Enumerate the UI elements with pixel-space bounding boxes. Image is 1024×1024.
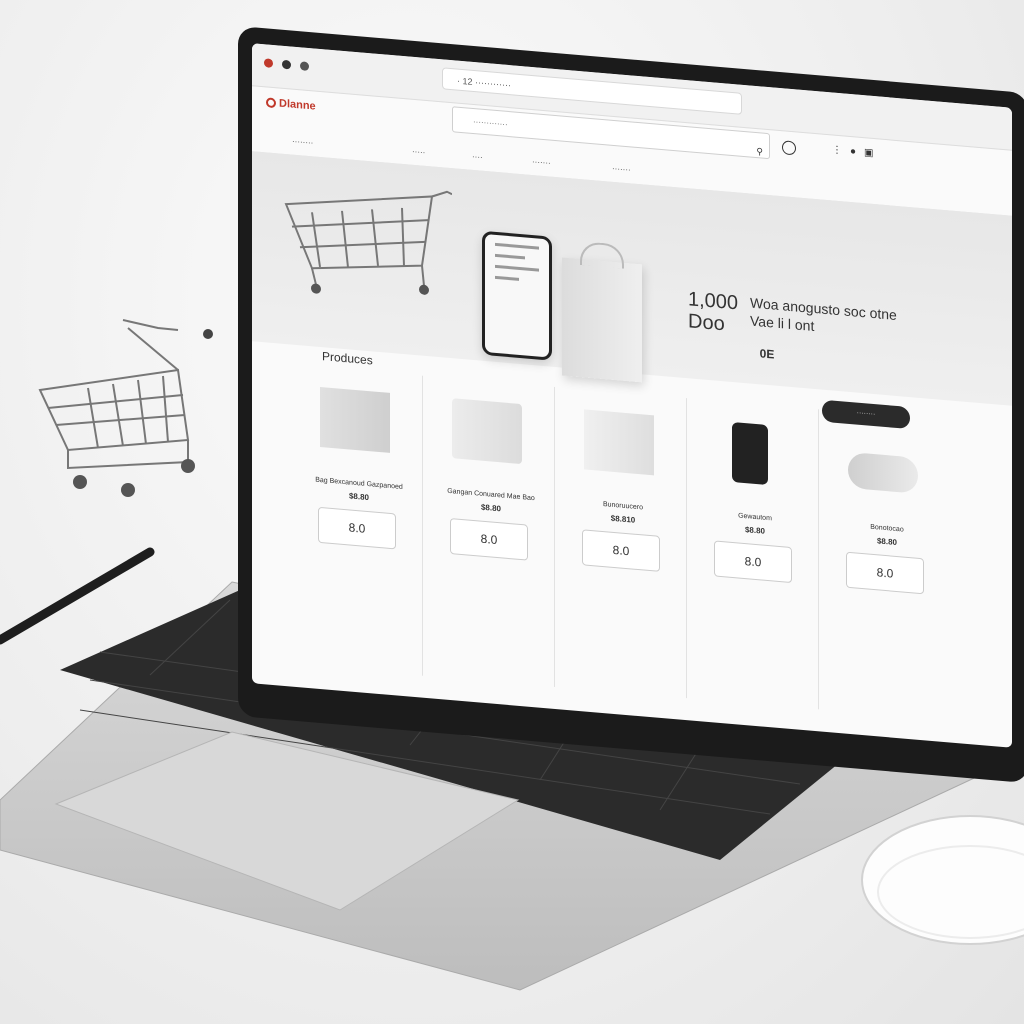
add-to-cart-button[interactable]: 8.0 <box>714 540 792 584</box>
laptop-screen-bezel: · 12 ············ Dlanne ············· ⚲… <box>238 26 1024 784</box>
bag-icon <box>562 257 642 383</box>
nav-item[interactable]: ···· <box>472 152 483 162</box>
product-image <box>320 386 390 453</box>
hero-cart-icon <box>284 190 452 295</box>
search-icon[interactable]: ⚲ <box>756 138 763 165</box>
product-image <box>452 398 522 465</box>
nav-item[interactable]: ········ <box>292 137 313 148</box>
hero-number-line: Doo <box>688 310 725 336</box>
cart-icon[interactable]: ▣ <box>864 147 881 159</box>
brand-name: Dlanne <box>279 97 316 113</box>
product-image <box>732 421 768 486</box>
product-image <box>848 451 918 494</box>
header-icons: ⋮●▣ <box>832 144 882 159</box>
add-to-cart-button[interactable]: 8.0 <box>582 529 660 572</box>
laptop-screen: · 12 ············ Dlanne ············· ⚲… <box>252 43 1012 748</box>
product-card[interactable]: Bonotocao $8.80 8.0 <box>820 409 950 720</box>
phone-screen-line <box>495 264 539 272</box>
address-bar[interactable]: · 12 ············ <box>442 67 742 115</box>
phone-screen-line <box>495 253 525 260</box>
products-heading: Produces <box>322 349 373 368</box>
product-image <box>584 409 654 476</box>
brand-logo[interactable]: Dlanne <box>266 96 316 113</box>
product-grid: Bag Bexcanoud Gazpanoed $8.80 8.0 Gangan… <box>252 361 1012 746</box>
product-card[interactable]: Bag Bexcanoud Gazpanoed $8.80 8.0 <box>292 364 423 676</box>
account-icon[interactable]: ● <box>850 146 864 158</box>
add-to-cart-button[interactable]: 8.0 <box>318 506 396 550</box>
nav-item[interactable]: ······· <box>532 157 551 168</box>
hero-price-tag: 0E <box>759 346 775 362</box>
phone-screen-line <box>495 275 519 281</box>
photo-background: · 12 ············ Dlanne ············· ⚲… <box>0 0 1024 1024</box>
hero-headline: Woa anogusto soc otne Vae li l ont <box>750 294 897 342</box>
window-minimize-icon[interactable] <box>282 59 291 70</box>
add-to-cart-button[interactable]: 8.0 <box>846 551 924 595</box>
search-placeholder: ············· <box>473 116 508 129</box>
nav-item[interactable]: ······· <box>612 164 631 175</box>
brand-logo-icon <box>266 97 276 109</box>
desk-cart-icon <box>38 319 213 497</box>
phone-icon <box>482 230 552 361</box>
menu-icon[interactable]: ⋮ <box>832 144 850 157</box>
product-card[interactable]: Gewautom $8.80 8.0 <box>688 398 819 710</box>
add-to-cart-button[interactable]: 8.0 <box>450 518 528 561</box>
nav-item[interactable]: ····· <box>412 147 425 157</box>
window-maximize-icon[interactable] <box>300 61 309 72</box>
phone-screen-line <box>495 242 539 250</box>
window-close-icon[interactable] <box>264 58 273 68</box>
product-card[interactable]: Gangan Conuared Mae Bao $8.80 8.0 <box>424 375 555 687</box>
product-card[interactable]: Bunoruucero $8.810 8.0 <box>556 387 687 699</box>
hero-number: 1,000 Doo <box>688 288 738 336</box>
user-icon[interactable] <box>782 140 796 156</box>
